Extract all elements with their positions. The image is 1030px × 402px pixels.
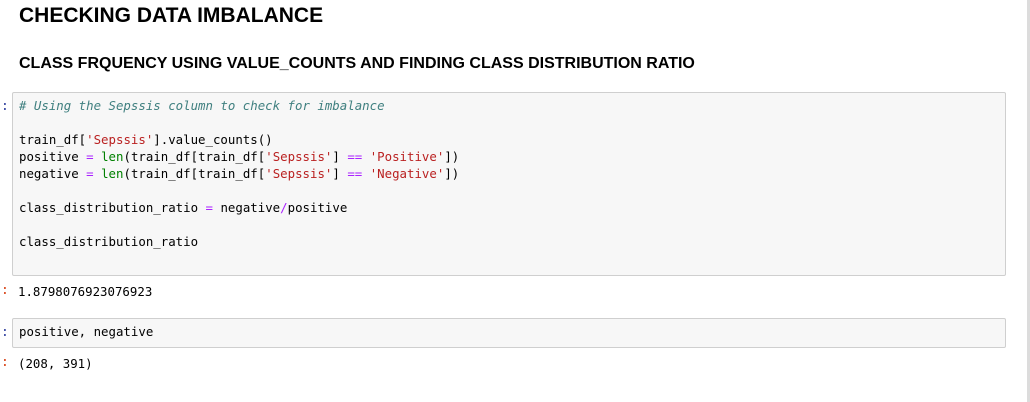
cell-2-output: (208, 391) bbox=[18, 356, 93, 371]
code-operator: = bbox=[86, 166, 94, 181]
code-token: ] bbox=[332, 149, 340, 164]
cell-1-code-input[interactable]: # Using the Sepssis column to check for … bbox=[12, 92, 1006, 276]
page-title: CHECKING DATA IMBALANCE bbox=[19, 4, 324, 27]
code-string: 'Negative' bbox=[369, 166, 445, 181]
cell-2-input-prompt: : bbox=[1, 325, 9, 340]
code-token: train_df[ bbox=[19, 132, 87, 147]
code-comment: # Using the Sepssis column to check for … bbox=[19, 98, 385, 113]
cell-1-code: # Using the Sepssis column to check for … bbox=[13, 93, 1005, 254]
code-token: (train_df[train_df[ bbox=[123, 149, 266, 164]
code-string: 'Sepssis' bbox=[265, 149, 333, 164]
cell-1-input-prompt: : bbox=[1, 99, 9, 114]
code-operator: = bbox=[86, 149, 94, 164]
code-operator: == bbox=[347, 149, 363, 164]
code-token: negative bbox=[220, 200, 281, 215]
code-token: ]) bbox=[444, 149, 460, 164]
code-builtin: len bbox=[101, 166, 124, 181]
cell-2-code-input[interactable]: positive, negative bbox=[12, 318, 1006, 348]
code-token: class_distribution_ratio bbox=[19, 200, 199, 215]
code-token: class_distribution_ratio bbox=[19, 234, 199, 249]
code-operator: = bbox=[205, 200, 213, 215]
code-operator: / bbox=[280, 200, 288, 215]
code-token: ]) bbox=[444, 166, 460, 181]
cell-2-output-prompt: : bbox=[1, 355, 9, 370]
code-builtin: len bbox=[101, 149, 124, 164]
code-string: 'Sepssis' bbox=[265, 166, 333, 181]
code-token: (train_df[train_df[ bbox=[123, 166, 266, 181]
code-token: ].value_counts() bbox=[153, 132, 273, 147]
section-subheading: CLASS FRQUENCY USING VALUE_COUNTS AND FI… bbox=[19, 55, 695, 72]
code-token: positive bbox=[19, 149, 79, 164]
code-operator: == bbox=[347, 166, 363, 181]
code-token: ] bbox=[332, 166, 340, 181]
code-token: negative bbox=[19, 166, 79, 181]
code-token: positive bbox=[287, 200, 348, 215]
code-string: 'Positive' bbox=[369, 149, 445, 164]
cell-2-code: positive, negative bbox=[19, 324, 154, 339]
code-string: 'Sepssis' bbox=[86, 132, 154, 147]
cell-1-output-prompt: : bbox=[1, 283, 9, 298]
cell-1-output: 1.8798076923076923 bbox=[18, 284, 153, 299]
